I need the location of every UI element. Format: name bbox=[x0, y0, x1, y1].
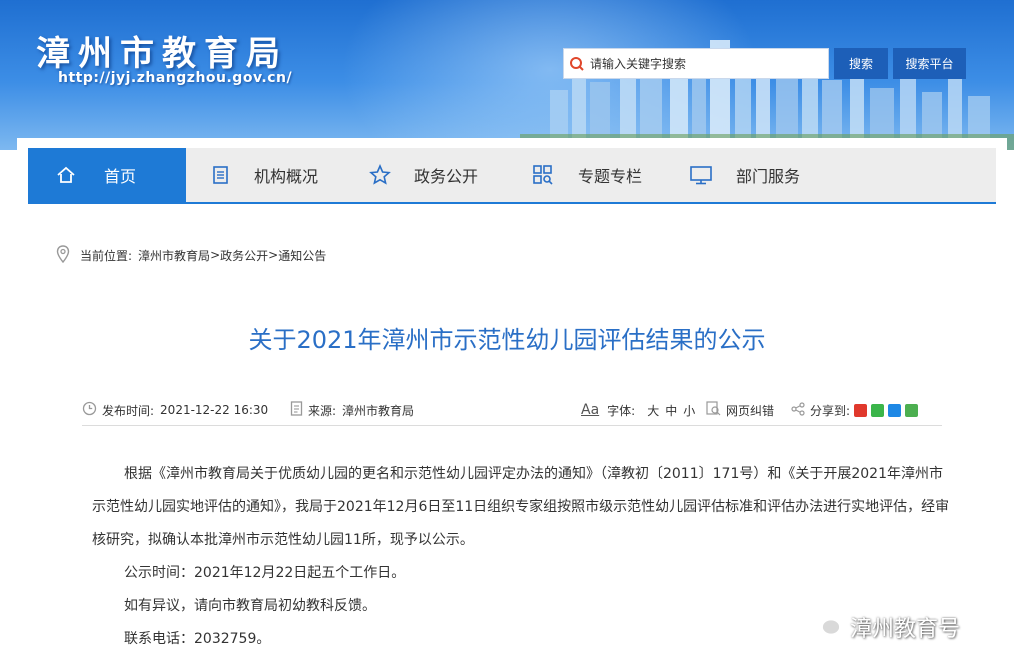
breadcrumb-link-bureau[interactable]: 漳州市教育局 bbox=[138, 247, 210, 264]
nav-item-government-affairs[interactable]: 政务公开 bbox=[346, 148, 508, 202]
nav-item-label: 首页 bbox=[104, 167, 137, 186]
breadcrumb-link-notices[interactable]: 通知公告 bbox=[278, 247, 326, 264]
weibo-share-icon[interactable] bbox=[854, 403, 868, 417]
watermark-text: 漳州教育号 bbox=[850, 617, 961, 642]
breadcrumb-separator: > bbox=[268, 248, 279, 262]
search-input[interactable] bbox=[590, 49, 820, 78]
site-title: 漳州市教育局 bbox=[36, 34, 288, 74]
page-correction[interactable]: 网页纠错 bbox=[706, 401, 775, 419]
share-bar: 分享到: bbox=[791, 401, 919, 419]
source-document-icon bbox=[290, 401, 303, 419]
source-value: 漳州市教育局 bbox=[342, 403, 415, 418]
correction-label: 网页纠错 bbox=[726, 403, 775, 418]
nav-item-label: 机构概况 bbox=[254, 167, 319, 186]
location-pin-icon bbox=[56, 244, 70, 266]
qq-share-icon[interactable] bbox=[888, 403, 902, 417]
article-paragraph: 公示时间：2021年12月22日起五个工作日。 bbox=[124, 565, 406, 581]
share-label: 分享到: bbox=[810, 403, 851, 418]
font-size-large[interactable]: 大 bbox=[647, 402, 659, 419]
search-platform-button[interactable]: 搜索平台 bbox=[893, 48, 966, 79]
source-label: 来源: bbox=[308, 403, 337, 418]
font-size-label: 字体: bbox=[607, 403, 636, 418]
font-size-small[interactable]: 小 bbox=[683, 402, 695, 419]
home-icon bbox=[28, 165, 104, 185]
correction-search-icon bbox=[706, 401, 721, 419]
qzone-share-icon[interactable] bbox=[905, 403, 919, 417]
font-size-control: Aa 字体: 大 中 小 bbox=[581, 402, 698, 418]
article-source: 来源: 漳州市教育局 bbox=[290, 401, 415, 419]
document-icon bbox=[186, 165, 254, 185]
breadcrumb-link-affairs[interactable]: 政务公开 bbox=[220, 247, 268, 264]
main-nav: 首页 机构概况 政务公开 专题专栏 部门服务 bbox=[28, 148, 996, 204]
share-icon bbox=[791, 401, 805, 419]
nav-item-organization[interactable]: 机构概况 bbox=[186, 148, 346, 202]
wechat-share-icon[interactable] bbox=[871, 403, 885, 417]
article-title: 关于2021年漳州市示范性幼儿园评估结果的公示 bbox=[248, 326, 766, 354]
article-paragraph: 根据《漳州市教育局关于优质幼儿园的更名和示范性幼儿园评定办法的通知》（漳教初〔2… bbox=[92, 466, 950, 548]
clock-icon bbox=[82, 401, 97, 419]
header-banner: 漳州市教育局 http://jyj.zhangzhou.gov.cn/ 搜索 搜… bbox=[0, 0, 1014, 150]
article-meta-bar: 发布时间: 2021-12-22 16:30 来源: 漳州市教育局 Aa 字体:… bbox=[82, 396, 942, 426]
breadcrumb-prefix: 当前位置: bbox=[80, 248, 133, 263]
nav-item-special-topics[interactable]: 专题专栏 bbox=[508, 148, 666, 202]
wechat-watermark: 漳州教育号 bbox=[808, 610, 960, 644]
breadcrumb: 当前位置: 漳州市教育局 > 政务公开 > 通知公告 bbox=[56, 244, 326, 266]
nav-item-department-services[interactable]: 部门服务 bbox=[666, 148, 826, 202]
nav-item-home[interactable]: 首页 bbox=[28, 148, 186, 202]
monitor-icon bbox=[666, 164, 736, 186]
font-size-medium[interactable]: 中 bbox=[665, 402, 677, 419]
search-button[interactable]: 搜索 bbox=[834, 48, 888, 79]
grid-search-icon bbox=[508, 164, 578, 186]
nav-item-label: 部门服务 bbox=[736, 167, 801, 186]
publish-time-value: 2021-12-22 16:30 bbox=[160, 403, 269, 417]
search-icon bbox=[564, 48, 590, 79]
breadcrumb-separator: > bbox=[210, 248, 221, 262]
wechat-logo-icon bbox=[808, 611, 842, 643]
publish-time: 发布时间: 2021-12-22 16:30 bbox=[82, 401, 269, 419]
star-icon bbox=[346, 164, 414, 186]
font-size-icon: Aa bbox=[581, 402, 600, 418]
search-box bbox=[563, 48, 829, 79]
nav-item-label: 专题专栏 bbox=[578, 167, 643, 186]
publish-time-label: 发布时间: bbox=[102, 403, 155, 418]
nav-item-label: 政务公开 bbox=[414, 167, 479, 186]
site-url: http://jyj.zhangzhou.gov.cn/ bbox=[58, 70, 293, 86]
